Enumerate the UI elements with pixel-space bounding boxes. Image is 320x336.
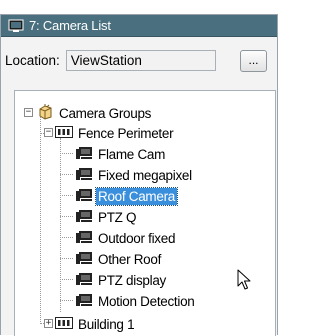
collapse-toggle[interactable]: − xyxy=(24,108,33,117)
tree-node-label: Other Roof xyxy=(98,251,162,267)
tree-line xyxy=(60,195,73,196)
tree-node-label: Roof Camera xyxy=(95,186,178,206)
location-input[interactable] xyxy=(65,49,216,71)
tree-line xyxy=(40,113,41,324)
tree-node-camera[interactable]: Flame Cam xyxy=(75,144,167,164)
panel-titlebar: 7: Camera List xyxy=(1,15,277,37)
tree-line xyxy=(60,138,61,312)
tree-line xyxy=(60,279,73,280)
camera-list-icon xyxy=(8,19,24,33)
camera-icon xyxy=(75,272,93,289)
tree-node-building-1[interactable]: Building 1 xyxy=(55,314,136,334)
tree-node-camera-selected[interactable]: Roof Camera xyxy=(75,186,178,206)
tree-node-label: Flame Cam xyxy=(98,146,166,162)
tree-node-camera[interactable]: Motion Detection xyxy=(75,291,197,311)
tree-node-label: Motion Detection xyxy=(98,293,195,309)
tree-node-camera-groups[interactable]: Camera Groups xyxy=(37,103,153,123)
browse-button[interactable]: ... xyxy=(240,50,267,72)
camera-icon xyxy=(75,251,93,268)
camera-icon xyxy=(75,146,93,163)
collapse-toggle[interactable]: − xyxy=(44,128,53,137)
camera-icon xyxy=(75,188,93,205)
tree-line xyxy=(60,300,73,301)
camera-group-icon xyxy=(55,125,73,141)
location-label: Location: xyxy=(5,52,60,68)
tree-node-label: Camera Groups xyxy=(59,105,152,121)
tree-line xyxy=(60,216,73,217)
tree-line xyxy=(60,153,73,154)
expand-toggle[interactable]: + xyxy=(44,319,53,328)
camera-icon xyxy=(75,230,93,247)
camera-groups-icon xyxy=(37,103,54,123)
camera-icon xyxy=(75,293,93,310)
tree-node-label: PTZ display xyxy=(98,272,166,288)
camera-icon xyxy=(75,167,93,184)
camera-list-panel: 7: Camera List Location: ... − xyxy=(0,14,278,336)
tree-node-label: Fixed megapixel xyxy=(98,167,192,183)
tree-node-label: Building 1 xyxy=(78,316,135,332)
tree-node-fence-perimeter[interactable]: Fence Perimeter xyxy=(55,123,175,143)
tree-node-label: PTZ Q xyxy=(98,209,137,225)
tree-line xyxy=(60,174,73,175)
tree-node-camera[interactable]: Outdoor fixed xyxy=(75,228,177,248)
tree-node-camera[interactable]: Other Roof xyxy=(75,249,163,269)
tree-node-label: Fence Perimeter xyxy=(78,125,174,141)
tree-node-camera[interactable]: PTZ Q xyxy=(75,207,138,227)
tree-node-camera[interactable]: Fixed megapixel xyxy=(75,165,194,185)
tree-line xyxy=(60,258,73,259)
tree-line xyxy=(60,237,73,238)
camera-group-icon xyxy=(55,316,73,332)
camera-tree[interactable]: − Camera Groups − Fence Perimeter Flame … xyxy=(14,90,276,336)
mouse-pointer-icon xyxy=(237,269,251,294)
tree-node-camera[interactable]: PTZ display xyxy=(75,270,168,290)
location-row: Location: ... xyxy=(5,47,271,73)
tree-node-label: Outdoor fixed xyxy=(98,230,176,246)
panel-title: 7: Camera List xyxy=(29,18,111,33)
camera-icon xyxy=(75,209,93,226)
